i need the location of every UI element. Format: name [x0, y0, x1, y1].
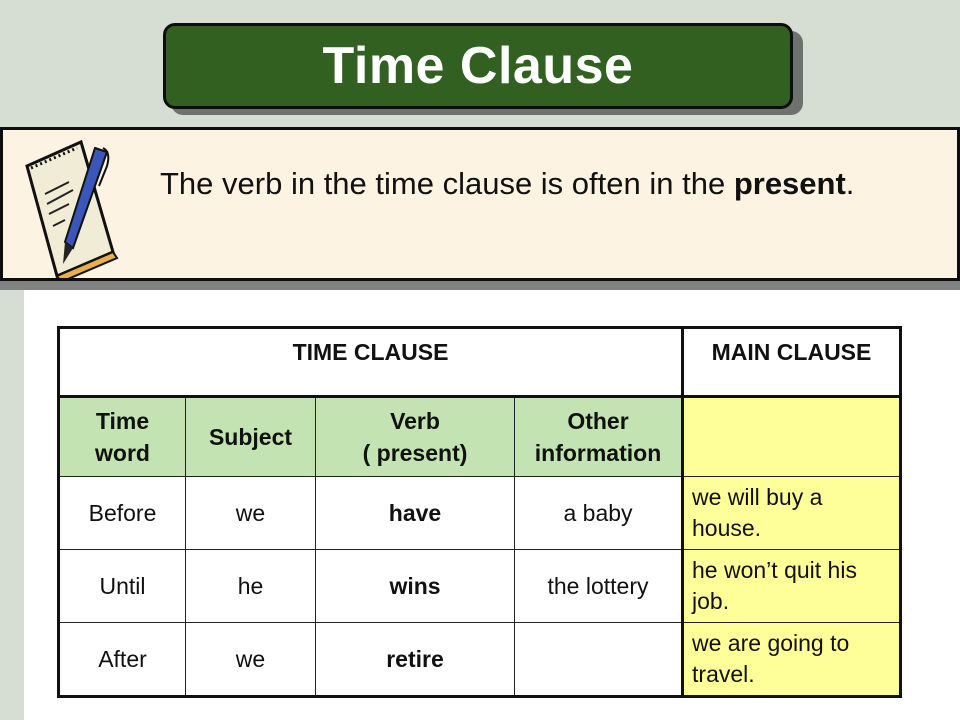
cell-verb: retire	[315, 622, 515, 697]
cell-subject: we	[185, 476, 316, 550]
note-panel: The verb in the time clause is often in …	[0, 127, 960, 281]
cell-time-word: Until	[58, 549, 186, 623]
note-text-regular: The verb in the time clause is often in …	[160, 166, 734, 201]
note-text: The verb in the time clause is often in …	[160, 162, 880, 206]
note-text-period: .	[845, 166, 855, 201]
cell-time-word: After	[58, 622, 186, 697]
col-header-subject: Subject	[185, 396, 316, 477]
cell-verb: wins	[315, 549, 515, 623]
table-row: Until he wins the lottery he won’t quit …	[58, 549, 902, 623]
cell-main-clause: we will buy a house.	[681, 476, 902, 550]
main-clause-group-header: MAIN CLAUSE	[681, 327, 902, 398]
col-header-main-clause	[681, 396, 902, 477]
note-shadow	[0, 280, 960, 290]
time-clause-table: TIME CLAUSE MAIN CLAUSE Time word Subject…	[57, 326, 903, 698]
cell-other: the lottery	[513, 549, 684, 623]
table-row: Before we have a baby we will buy a hous…	[58, 476, 902, 550]
cell-other	[513, 622, 684, 697]
col-header-verb: Verb( present)	[315, 396, 515, 477]
col-header-other: Other information	[513, 396, 684, 477]
title-banner: Time Clause	[163, 23, 793, 109]
cell-time-word: Before	[58, 476, 186, 550]
cell-verb: have	[315, 476, 515, 550]
cell-main-clause: he won’t quit his job.	[681, 549, 902, 623]
notepad-pen-icon	[25, 139, 119, 278]
column-header-row: Time word Subject Verb( present) Other inf…	[58, 396, 902, 477]
group-header-row: TIME CLAUSE MAIN CLAUSE	[57, 327, 902, 398]
time-clause-group-header: TIME CLAUSE	[57, 327, 684, 398]
slide-title: Time Clause	[322, 37, 634, 95]
note-text-bold: present	[733, 166, 846, 201]
cell-other: a baby	[513, 476, 684, 550]
col-header-time-word: Time word	[58, 396, 186, 477]
cell-subject: we	[185, 622, 316, 697]
cell-subject: he	[185, 549, 316, 623]
cell-main-clause: we are going to travel.	[681, 622, 902, 697]
table-row: After we retire we are going to travel.	[58, 622, 902, 697]
